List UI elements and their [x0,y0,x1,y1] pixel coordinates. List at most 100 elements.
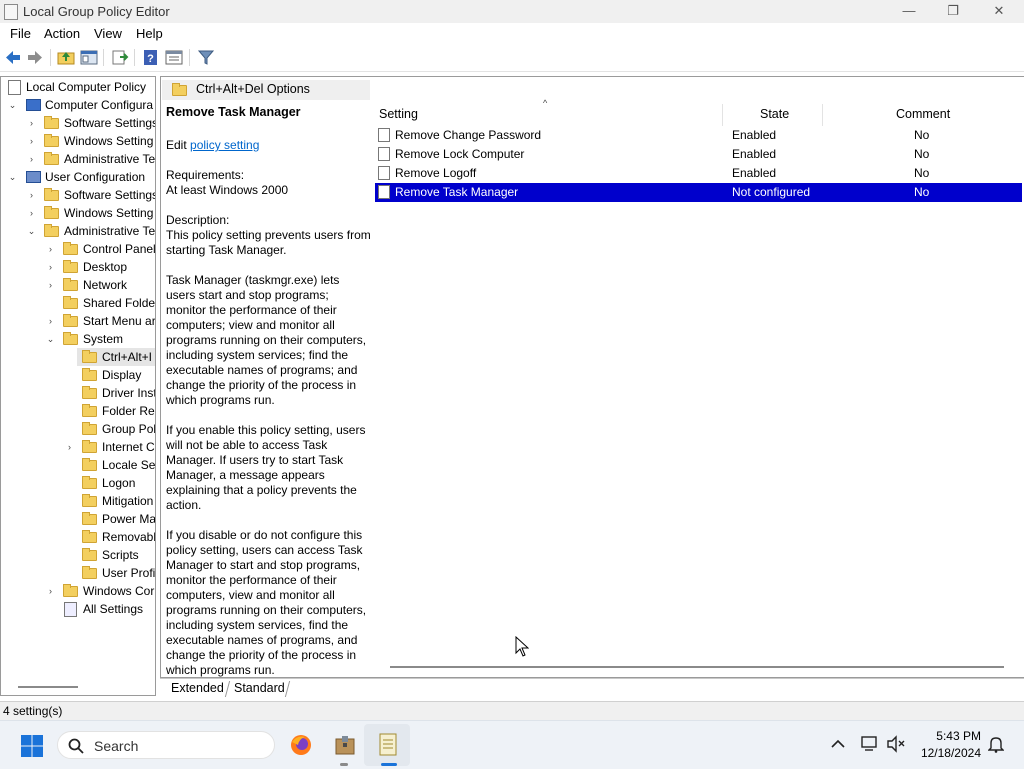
tree-item-user-configuration[interactable]: ⌄ User Configuration [1,168,155,186]
collapsed-chevron-icon[interactable]: › [27,204,36,222]
close-button[interactable]: ✕ [976,0,1022,23]
minimize-button[interactable]: — [886,0,932,23]
tree-item-local-computer-policy[interactable]: Local Computer Policy [1,78,155,96]
collapsed-chevron-icon[interactable]: › [27,150,36,168]
requirements: Requirements: At least Windows 2000 [166,168,371,198]
back-arrow-icon[interactable] [4,49,22,66]
column-separator[interactable] [722,104,723,126]
collapsed-chevron-icon[interactable]: › [46,258,55,276]
folder-icon [82,566,97,579]
tree-item-desktop[interactable]: › Desktop [1,258,155,276]
collapsed-chevron-icon[interactable]: › [65,438,74,456]
table-row[interactable]: Remove Lock Computer Enabled No [375,145,1022,164]
forward-arrow-icon[interactable] [26,49,44,66]
tree-item-driver-installation[interactable]: Driver Inst [1,384,155,402]
edit-policy-setting-link[interactable]: policy setting [190,138,259,152]
properties-icon[interactable] [165,49,183,66]
tree-item-group-policy[interactable]: Group Pol [1,420,155,438]
collapsed-chevron-icon[interactable]: › [27,186,36,204]
filter-icon[interactable] [197,49,215,66]
requirements-value: At least Windows 2000 [166,183,289,197]
installer-box-icon[interactable] [333,733,357,757]
collapsed-chevron-icon[interactable]: › [46,312,55,330]
tree-item-network[interactable]: › Network [1,276,155,294]
tree-horizontal-scrollbar[interactable] [18,686,78,688]
tree-item-scripts[interactable]: Scripts [1,546,155,564]
tree-item-windows-settings[interactable]: › Windows Setting [1,204,155,222]
menu-file[interactable]: File [10,26,31,41]
table-row[interactable]: Remove Change Password Enabled No [375,126,1022,145]
edit-prefix: Edit [166,138,191,152]
title-bar: Local Group Policy Editor — ❐ ✕ [0,0,1024,23]
folder-icon [82,530,97,543]
folder-icon [63,260,78,273]
column-separator[interactable] [822,104,823,126]
tree-item-windows-settings[interactable]: › Windows Setting [1,132,155,150]
collapsed-chevron-icon[interactable]: › [27,114,36,132]
help-icon[interactable]: ? [142,49,160,66]
tree-item-administrative-templates[interactable]: ⌄ Administrative Te [1,222,155,240]
expanded-chevron-icon[interactable]: ⌄ [8,96,17,114]
clock-date[interactable]: 12/18/2024 [912,746,981,760]
column-header-comment[interactable]: Comment [896,107,950,121]
clock-time[interactable]: 5:43 PM [912,729,981,743]
up-folder-icon[interactable] [57,49,75,66]
chevron-up-icon[interactable] [831,739,845,749]
column-header-setting[interactable]: Setting [379,107,418,121]
tree-item-ctrl-alt-del-options[interactable]: Ctrl+Alt+I [77,348,155,366]
show-hide-tree-icon[interactable] [80,49,98,66]
column-header-state[interactable]: State [760,107,789,121]
policy-setting-icon [378,166,390,180]
expanded-chevron-icon[interactable]: ⌄ [46,330,55,348]
tree-item-all-settings[interactable]: All Settings [1,600,155,618]
tree-item-computer-configuration[interactable]: ⌄ Computer Configura [1,96,155,114]
tab-standard[interactable]: Standard [234,681,285,695]
folder-icon [44,224,59,237]
expanded-chevron-icon[interactable]: ⌄ [27,222,36,240]
tree-item-software-settings[interactable]: › Software Settings [1,186,155,204]
menu-action[interactable]: Action [44,26,80,41]
tree-item-shared-folders[interactable]: Shared Folder [1,294,155,312]
tree-item-power-management[interactable]: Power Ma [1,510,155,528]
tree-item-control-panel[interactable]: › Control Panel [1,240,155,258]
gpedit-taskbar-icon[interactable] [376,732,400,758]
setting-name: Remove Task Manager [395,185,519,199]
start-windows-icon[interactable] [20,734,44,758]
menu-view[interactable]: View [94,26,122,41]
tree-item-folder-redirection[interactable]: Folder Red [1,402,155,420]
collapsed-chevron-icon[interactable]: › [46,240,55,258]
toolbar-separator [134,49,135,66]
tree-item-logon[interactable]: Logon [1,474,155,492]
tree-item-windows-components[interactable]: › Windows Cor [1,582,155,600]
breadcrumb: Ctrl+Alt+Del Options [162,80,370,100]
collapsed-chevron-icon[interactable]: › [46,276,55,294]
folder-icon [63,314,78,327]
tree-item-software-settings[interactable]: › Software Settings [1,114,155,132]
tree-item-locale-services[interactable]: Locale Ser [1,456,155,474]
notification-bell-icon[interactable] [988,735,1004,753]
tree-item-administrative-templates[interactable]: › Administrative Te [1,150,155,168]
firefox-icon[interactable] [289,733,313,757]
tree-item-internet-communication[interactable]: › Internet C [1,438,155,456]
menu-help[interactable]: Help [136,26,163,41]
expanded-chevron-icon[interactable]: ⌄ [8,168,17,186]
table-row-selected[interactable]: Remove Task Manager Not configured No [375,183,1022,202]
tree-item-removable-storage[interactable]: Removabl [1,528,155,546]
taskbar-search-box[interactable]: Search [57,731,275,759]
collapsed-chevron-icon[interactable]: › [46,582,55,600]
tree-item-user-profiles[interactable]: User Profi [1,564,155,582]
description-text-2: Task Manager (taskmgr.exe) lets users st… [166,273,367,407]
table-row[interactable]: Remove Logoff Enabled No [375,164,1022,183]
export-list-icon[interactable] [111,49,129,66]
tab-extended[interactable]: Extended [171,681,224,695]
folder-icon [44,152,59,165]
tree-item-system[interactable]: ⌄ System [1,330,155,348]
tree-item-display[interactable]: Display [1,366,155,384]
collapsed-chevron-icon[interactable]: › [27,132,36,150]
network-icon[interactable] [860,735,880,753]
list-horizontal-scrollbar[interactable] [390,666,1004,668]
tree-item-start-menu[interactable]: › Start Menu ar [1,312,155,330]
volume-muted-icon[interactable] [886,735,906,753]
maximize-button[interactable]: ❐ [930,0,976,23]
tree-item-mitigation-options[interactable]: Mitigation [1,492,155,510]
